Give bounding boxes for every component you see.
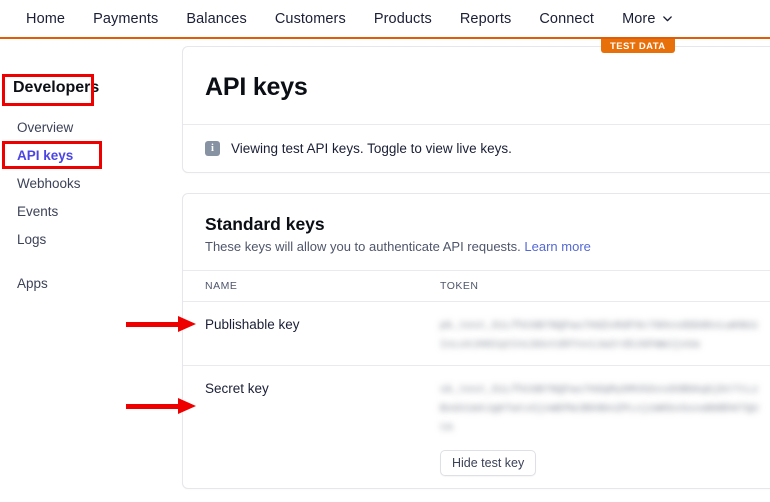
arrow-head	[178, 316, 196, 332]
test-data-label: TEST DATA	[610, 41, 666, 52]
sidebar: Developers Overview API keys Webhooks Ev…	[0, 46, 182, 298]
main-content: API keys i Viewing test API keys. Toggle…	[182, 46, 770, 502]
nav-item-home[interactable]: Home	[12, 0, 79, 38]
annotation-arrow-secret-key	[126, 398, 198, 415]
sidebar-item-label: API keys	[17, 148, 73, 163]
key-token-publishable: pk_test_51LfhC6B7NQFwu7HdZvRdF9c78HvvdGb…	[440, 317, 759, 355]
annotation-arrow-publishable-key	[126, 316, 198, 333]
key-name-publishable: Publishable key	[205, 317, 440, 355]
api-keys-header-card: API keys i Viewing test API keys. Toggle…	[182, 46, 770, 173]
sidebar-title-wrap: Developers	[0, 76, 182, 102]
active-indicator-bar	[2, 146, 5, 166]
top-navigation-bar: Home Payments Balances Customers Product…	[0, 0, 770, 38]
table-row[interactable]: Secret key sk_test_51LfhC6B7NQFwu7HdqMyD…	[183, 366, 770, 488]
sidebar-item-overview[interactable]: Overview	[0, 114, 182, 142]
nav-item-payments[interactable]: Payments	[79, 0, 172, 38]
sidebar-title: Developers	[6, 76, 182, 100]
nav-item-label: Payments	[93, 0, 158, 38]
status-badge-test-data: TEST DATA	[601, 39, 675, 53]
sidebar-item-label: Webhooks	[17, 176, 81, 191]
sidebar-item-webhooks[interactable]: Webhooks	[0, 170, 182, 198]
section-description-text: These keys will allow you to authenticat…	[205, 239, 521, 254]
nav-item-more[interactable]: More	[608, 0, 685, 38]
sidebar-item-label: Logs	[17, 232, 46, 247]
table-row[interactable]: Publishable key pk_test_51LfhC6B7NQFwu7H…	[183, 302, 770, 365]
keys-table-header: NAME TOKEN	[183, 271, 770, 301]
nav-item-label: Customers	[275, 0, 346, 38]
page-title: API keys	[183, 47, 770, 124]
top-navigation-items: Home Payments Balances Customers Product…	[0, 0, 686, 38]
key-token-secret: sk_test_51LfhC6B7NQFwu7HdqMyDMVkDxvdXBbK…	[440, 381, 759, 438]
arrow-shaft	[126, 322, 182, 327]
key-name-secret: Secret key	[205, 381, 440, 478]
nav-item-label: Reports	[460, 0, 511, 38]
arrow-shaft	[126, 404, 182, 409]
nav-item-label: Connect	[539, 0, 594, 38]
nav-item-products[interactable]: Products	[360, 0, 446, 38]
nav-item-label: Products	[374, 0, 432, 38]
standard-keys-card: Standard keys These keys will allow you …	[182, 193, 770, 489]
app-root: Home Payments Balances Customers Product…	[0, 0, 770, 502]
nav-item-customers[interactable]: Customers	[261, 0, 360, 38]
sidebar-item-label: Apps	[17, 276, 48, 291]
section-title: Standard keys	[205, 214, 759, 235]
sidebar-item-apps[interactable]: Apps	[0, 270, 182, 298]
standard-keys-header: Standard keys These keys will allow you …	[183, 194, 770, 270]
test-mode-banner: i Viewing test API keys. Toggle to view …	[183, 125, 770, 172]
info-icon: i	[205, 141, 220, 156]
sidebar-item-logs[interactable]: Logs	[0, 226, 182, 254]
nav-item-label: Home	[26, 0, 65, 38]
learn-more-link[interactable]: Learn more	[524, 239, 590, 254]
nav-item-reports[interactable]: Reports	[446, 0, 525, 38]
section-description: These keys will allow you to authenticat…	[205, 239, 759, 254]
sidebar-item-label: Events	[17, 204, 58, 219]
column-header-name: NAME	[205, 280, 440, 292]
hide-test-key-button[interactable]: Hide test key	[440, 450, 536, 476]
sidebar-divider-gap	[0, 254, 182, 270]
nav-item-balances[interactable]: Balances	[172, 0, 260, 38]
nav-item-label: Balances	[186, 0, 246, 38]
arrow-head	[178, 398, 196, 414]
banner-text: Viewing test API keys. Toggle to view li…	[231, 141, 512, 156]
key-token-cell[interactable]: sk_test_51LfhC6B7NQFwu7HdqMyDMVkDxvdXBbK…	[440, 381, 759, 478]
sidebar-item-events[interactable]: Events	[0, 198, 182, 226]
sidebar-item-label: Overview	[17, 120, 73, 135]
nav-item-label: More	[622, 0, 655, 38]
sidebar-items: Overview API keys Webhooks Events Logs A…	[0, 114, 182, 298]
column-header-token: TOKEN	[440, 280, 759, 292]
key-token-cell[interactable]: pk_test_51LfhC6B7NQFwu7HdZvRdF9c78HvvdGb…	[440, 317, 759, 355]
chevron-down-icon	[662, 13, 672, 23]
nav-item-connect[interactable]: Connect	[525, 0, 608, 38]
info-icon-glyph: i	[211, 143, 214, 154]
sidebar-item-api-keys[interactable]: API keys	[0, 142, 182, 170]
